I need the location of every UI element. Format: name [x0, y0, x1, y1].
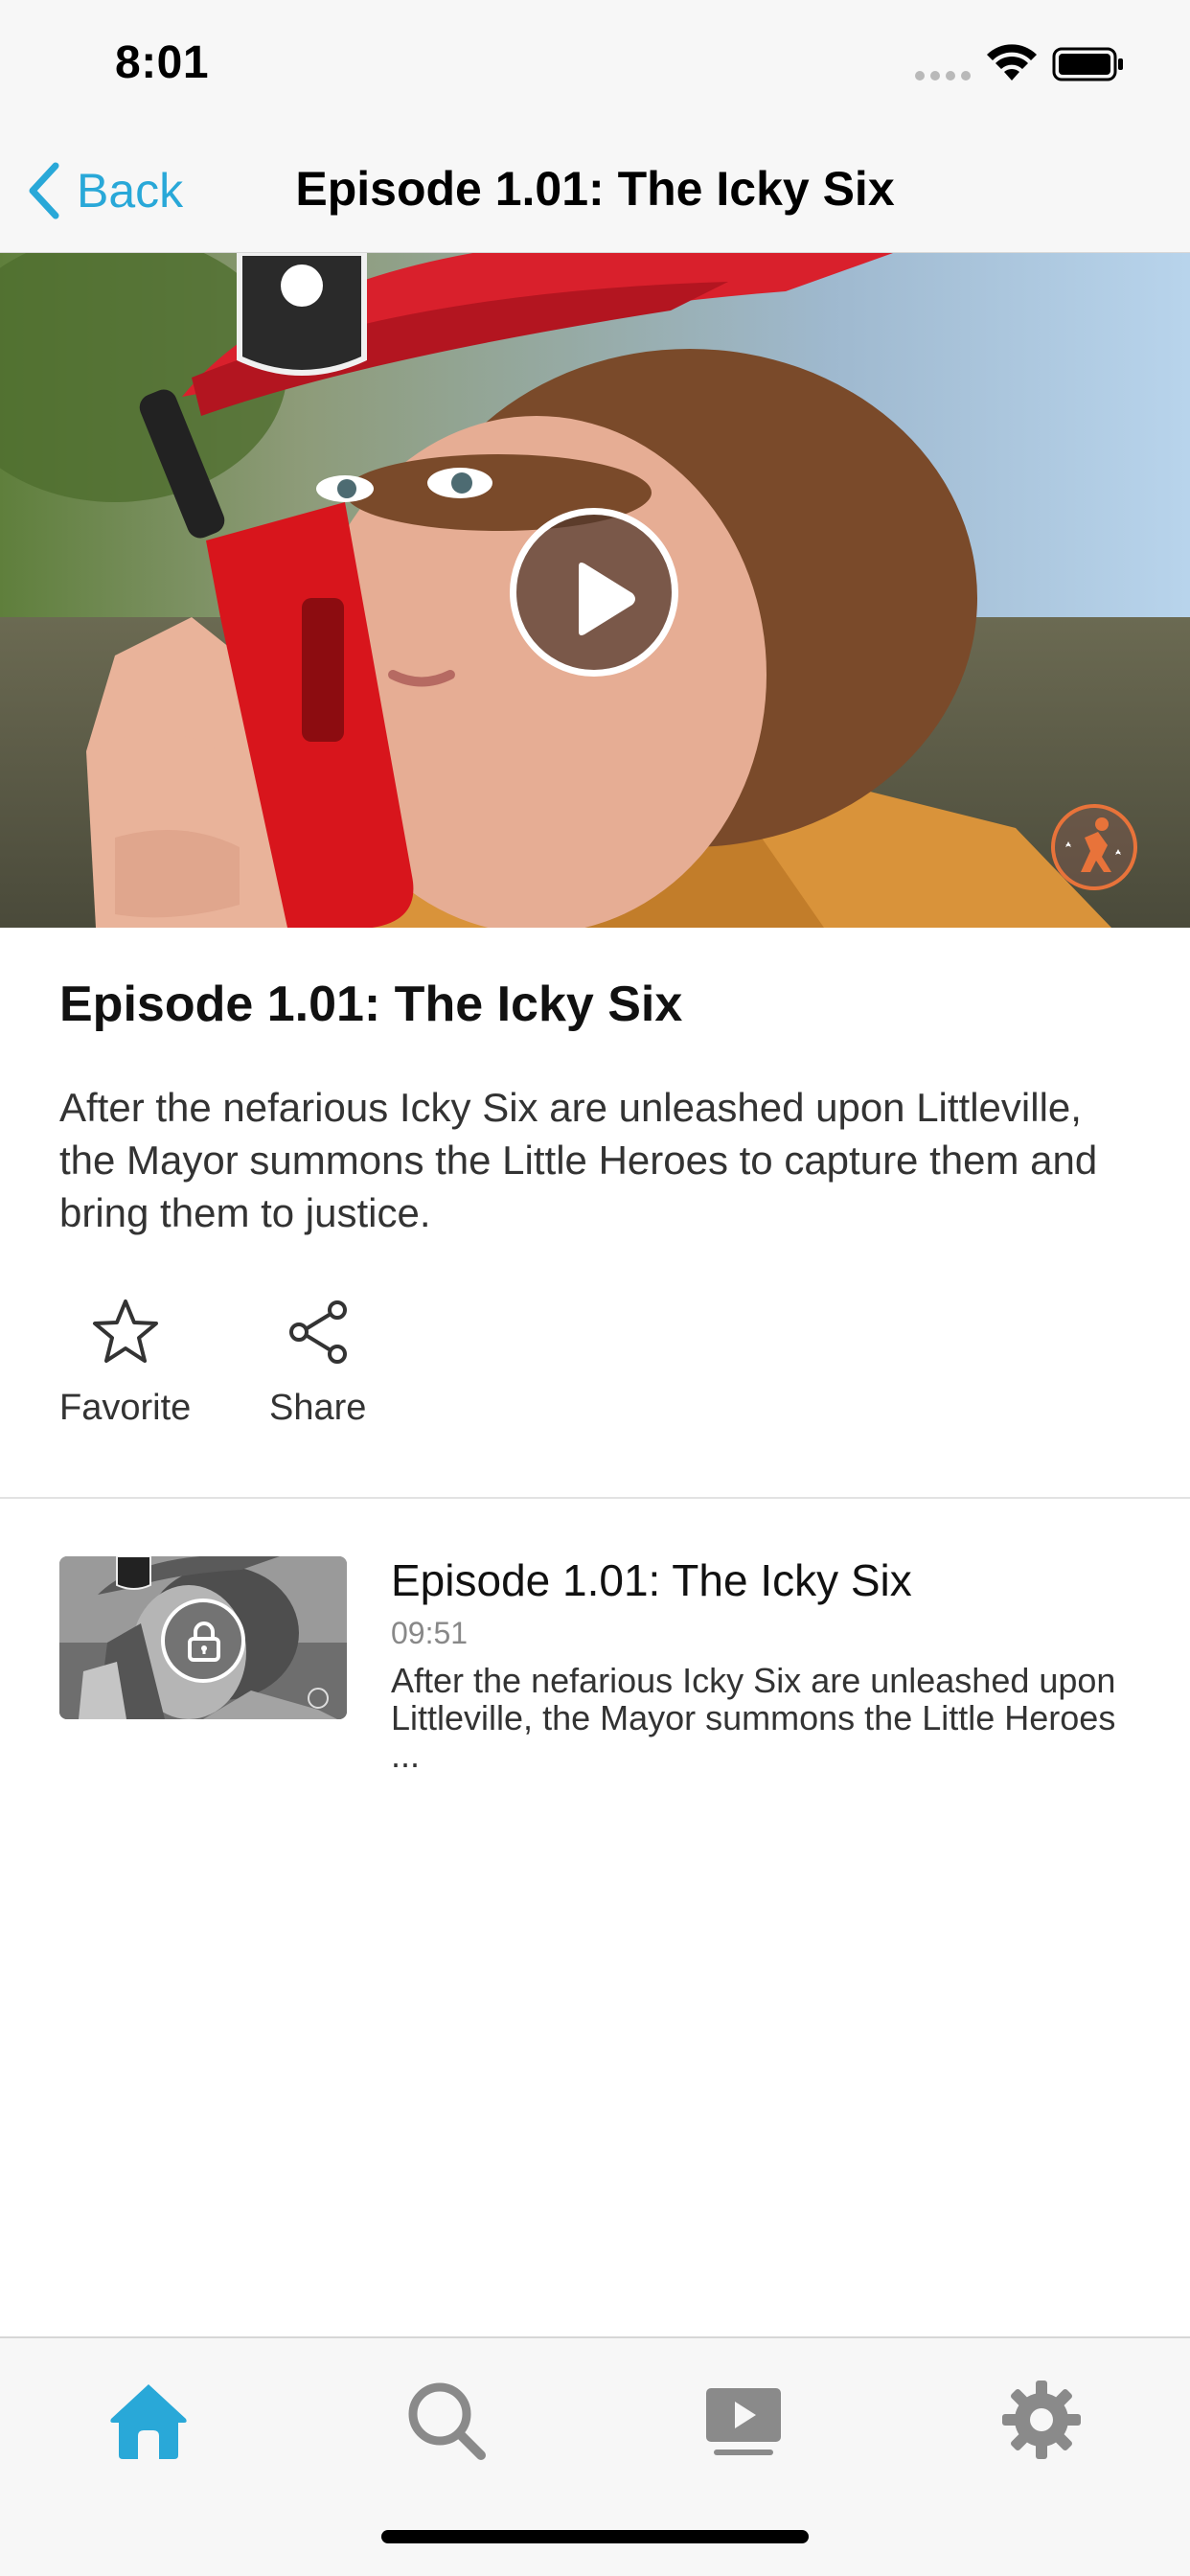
battery-icon: [1052, 47, 1123, 81]
divider: [0, 1497, 1190, 1499]
episode-list-item[interactable]: Episode 1.01: The Icky Six 09:51 After t…: [0, 1552, 1190, 1792]
tab-home[interactable]: [105, 2377, 192, 2463]
video-icon: [706, 2388, 781, 2455]
share-label: Share: [269, 1388, 367, 1428]
home-icon: [110, 2384, 187, 2459]
search-icon: [408, 2382, 486, 2460]
lock-icon: [188, 1622, 220, 1662]
star-icon: [92, 1300, 158, 1363]
home-indicator: [381, 2530, 809, 2543]
navigation-bar: Back Episode 1.01: The Icky Six: [0, 126, 1190, 253]
share-button[interactable]: Share: [269, 1296, 366, 1429]
status-time: 8:01: [115, 37, 210, 88]
episode-item-description: After the nefarious Icky Six are unleash…: [391, 1661, 1116, 1775]
play-button[interactable]: [510, 508, 678, 677]
cellular-signal-icon: [915, 71, 971, 80]
tab-search[interactable]: [402, 2377, 489, 2463]
brand-logo: [1051, 804, 1137, 890]
episode-title: Episode 1.01: The Icky Six: [59, 977, 683, 1032]
status-bar: 8:01: [0, 0, 1190, 126]
episode-thumbnail: [59, 1556, 347, 1719]
favorite-button[interactable]: Favorite: [59, 1296, 191, 1429]
wifi-icon: [987, 44, 1037, 80]
tab-settings[interactable]: [998, 2377, 1085, 2463]
gear-icon: [1002, 2380, 1081, 2459]
play-icon: [579, 563, 635, 635]
video-player[interactable]: [0, 253, 1190, 928]
episode-item-duration: 09:51: [391, 1616, 469, 1650]
episode-item-title: Episode 1.01: The Icky Six: [391, 1555, 912, 1605]
tab-videos[interactable]: [700, 2377, 787, 2463]
share-icon: [288, 1300, 347, 1364]
episode-description: After the nefarious Icky Six are unleash…: [59, 1085, 1098, 1235]
page-title: Episode 1.01: The Icky Six: [295, 162, 895, 216]
favorite-label: Favorite: [59, 1388, 192, 1428]
locked-badge: [161, 1598, 245, 1683]
